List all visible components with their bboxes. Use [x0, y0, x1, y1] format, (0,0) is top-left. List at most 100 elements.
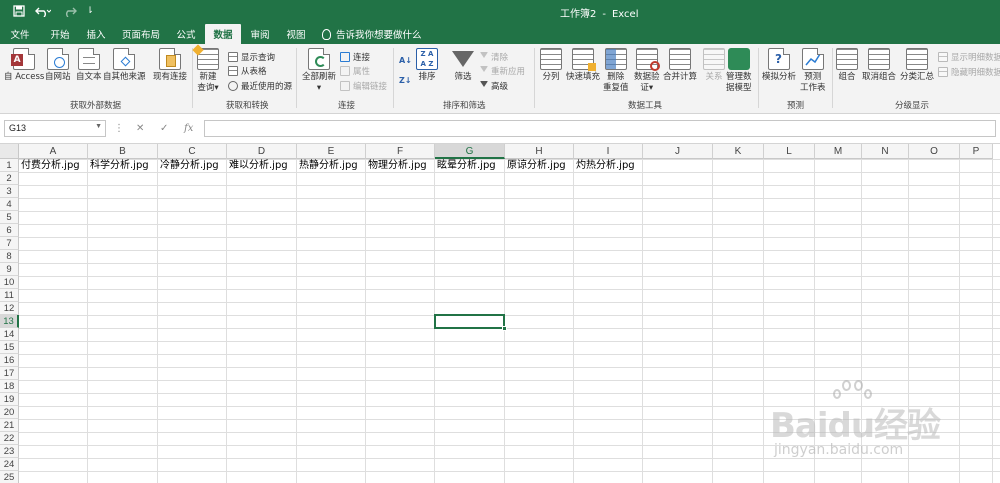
column-header-k[interactable]: K: [713, 144, 764, 159]
tab-review[interactable]: 审阅: [244, 24, 276, 44]
group-button[interactable]: 组合: [836, 48, 858, 83]
column-header-i[interactable]: I: [574, 144, 643, 159]
show-detail-button[interactable]: 显示明细数据: [938, 51, 1000, 63]
column-header-e[interactable]: E: [297, 144, 366, 159]
column-header-p[interactable]: P: [960, 144, 993, 159]
ungroup-button[interactable]: 取消组合: [862, 48, 896, 83]
row-header-2[interactable]: 2: [0, 172, 19, 185]
data-validation-button[interactable]: 数据验 证▾: [634, 48, 660, 94]
reapply-button[interactable]: 重新应用: [480, 65, 525, 77]
row-header-21[interactable]: 21: [0, 419, 19, 432]
edit-links-button[interactable]: 编辑链接: [340, 80, 387, 92]
tell-me-search[interactable]: 告诉我你想要做什么: [322, 24, 422, 44]
row-header-16[interactable]: 16: [0, 354, 19, 367]
row-header-1[interactable]: 1: [0, 159, 19, 172]
from-web-button[interactable]: 自网站: [45, 48, 71, 83]
undo-icon[interactable]: [32, 3, 54, 19]
tab-formulas[interactable]: 公式: [170, 24, 202, 44]
cancel-icon[interactable]: ✕: [136, 120, 144, 137]
existing-connections-button[interactable]: 现有连接: [153, 48, 187, 83]
cell-b1[interactable]: 科学分析.jpg: [88, 159, 158, 172]
row-header-18[interactable]: 18: [0, 380, 19, 393]
show-queries-button[interactable]: 显示查询: [228, 51, 275, 63]
from-table-button[interactable]: 从表格: [228, 65, 267, 77]
column-header-n[interactable]: N: [862, 144, 909, 159]
tab-view[interactable]: 视图: [280, 24, 312, 44]
sort-ascending-icon[interactable]: A↓: [399, 54, 412, 66]
cell-f1[interactable]: 物理分析.jpg: [366, 159, 435, 172]
properties-button[interactable]: 属性: [340, 65, 370, 77]
cell-h1[interactable]: 原谅分析.jpg: [505, 159, 574, 172]
row-header-14[interactable]: 14: [0, 328, 19, 341]
consolidate-button[interactable]: 合并计算: [663, 48, 697, 83]
column-header-m[interactable]: M: [815, 144, 862, 159]
fill-handle[interactable]: [502, 326, 507, 331]
cells-area[interactable]: [19, 159, 1000, 483]
cell-c1[interactable]: 冷静分析.jpg: [158, 159, 227, 172]
clear-filter-button[interactable]: 清除: [480, 51, 508, 63]
forecast-sheet-button[interactable]: 预测 工作表: [800, 48, 826, 94]
refresh-all-button[interactable]: 全部刷新 ▾: [302, 48, 336, 94]
row-header-8[interactable]: 8: [0, 250, 19, 263]
filter-button[interactable]: 筛选: [452, 48, 474, 83]
column-header-j[interactable]: J: [643, 144, 713, 159]
selected-cell-outline[interactable]: [434, 314, 507, 331]
row-header-9[interactable]: 9: [0, 263, 19, 276]
customize-quick-access-icon[interactable]: ⇂: [84, 3, 96, 19]
recent-sources-button[interactable]: 最近使用的源: [228, 80, 292, 92]
row-header-25[interactable]: 25: [0, 471, 19, 483]
row-header-4[interactable]: 4: [0, 198, 19, 211]
row-header-19[interactable]: 19: [0, 393, 19, 406]
row-header-11[interactable]: 11: [0, 289, 19, 302]
enter-icon[interactable]: ✓: [160, 120, 168, 137]
column-header-f[interactable]: F: [366, 144, 435, 159]
column-header-c[interactable]: C: [158, 144, 227, 159]
row-header-15[interactable]: 15: [0, 341, 19, 354]
column-header-a[interactable]: A: [19, 144, 88, 159]
row-header-6[interactable]: 6: [0, 224, 19, 237]
what-if-analysis-button[interactable]: ? 模拟分析: [762, 48, 796, 83]
connections-button[interactable]: 连接: [340, 51, 370, 63]
formula-input[interactable]: [204, 120, 996, 137]
cell-d1[interactable]: 难以分析.jpg: [227, 159, 297, 172]
column-header-d[interactable]: D: [227, 144, 297, 159]
row-header-5[interactable]: 5: [0, 211, 19, 224]
row-header-12[interactable]: 12: [0, 302, 19, 315]
sort-button[interactable]: Z AA Z 排序: [416, 48, 438, 83]
row-header-22[interactable]: 22: [0, 432, 19, 445]
row-header-3[interactable]: 3: [0, 185, 19, 198]
manage-data-model-button[interactable]: 管理数 据模型: [726, 48, 752, 94]
select-all-corner[interactable]: [0, 144, 19, 159]
tab-insert[interactable]: 插入: [80, 24, 112, 44]
hide-detail-button[interactable]: 隐藏明细数据: [938, 66, 1000, 78]
advanced-filter-button[interactable]: 高级: [480, 80, 508, 92]
row-header-24[interactable]: 24: [0, 458, 19, 471]
from-text-button[interactable]: 自文本: [76, 48, 102, 83]
column-header-g[interactable]: G: [435, 144, 505, 159]
column-header-h[interactable]: H: [505, 144, 574, 159]
chevron-down-icon[interactable]: ▼: [95, 123, 102, 130]
row-header-7[interactable]: 7: [0, 237, 19, 250]
tab-data[interactable]: 数据: [205, 24, 241, 44]
tab-home[interactable]: 开始: [44, 24, 76, 44]
cell-i1[interactable]: 灼热分析.jpg: [574, 159, 643, 172]
relationships-button[interactable]: 关系: [703, 48, 725, 83]
new-query-button[interactable]: 新建 查询▾: [192, 44, 219, 94]
row-header-10[interactable]: 10: [0, 276, 19, 289]
row-header-13[interactable]: 13: [0, 315, 19, 328]
sort-descending-icon[interactable]: Z↓: [399, 74, 412, 86]
row-header-20[interactable]: 20: [0, 406, 19, 419]
text-to-columns-button[interactable]: 分列: [540, 48, 562, 83]
from-other-sources-button[interactable]: 自其他来源: [103, 48, 146, 83]
tab-file[interactable]: 文件: [4, 24, 36, 44]
row-header-17[interactable]: 17: [0, 367, 19, 380]
cell-e1[interactable]: 热静分析.jpg: [297, 159, 366, 172]
remove-duplicates-button[interactable]: 删除 重复值: [603, 48, 629, 94]
from-access-button[interactable]: A 自 Access: [4, 48, 44, 83]
tab-page-layout[interactable]: 页面布局: [118, 24, 164, 44]
column-header-o[interactable]: O: [909, 144, 960, 159]
cell-g1[interactable]: 眩晕分析.jpg: [435, 159, 505, 172]
column-header-l[interactable]: L: [764, 144, 815, 159]
flash-fill-button[interactable]: 快速填充: [566, 48, 600, 83]
redo-icon[interactable]: [58, 3, 80, 19]
